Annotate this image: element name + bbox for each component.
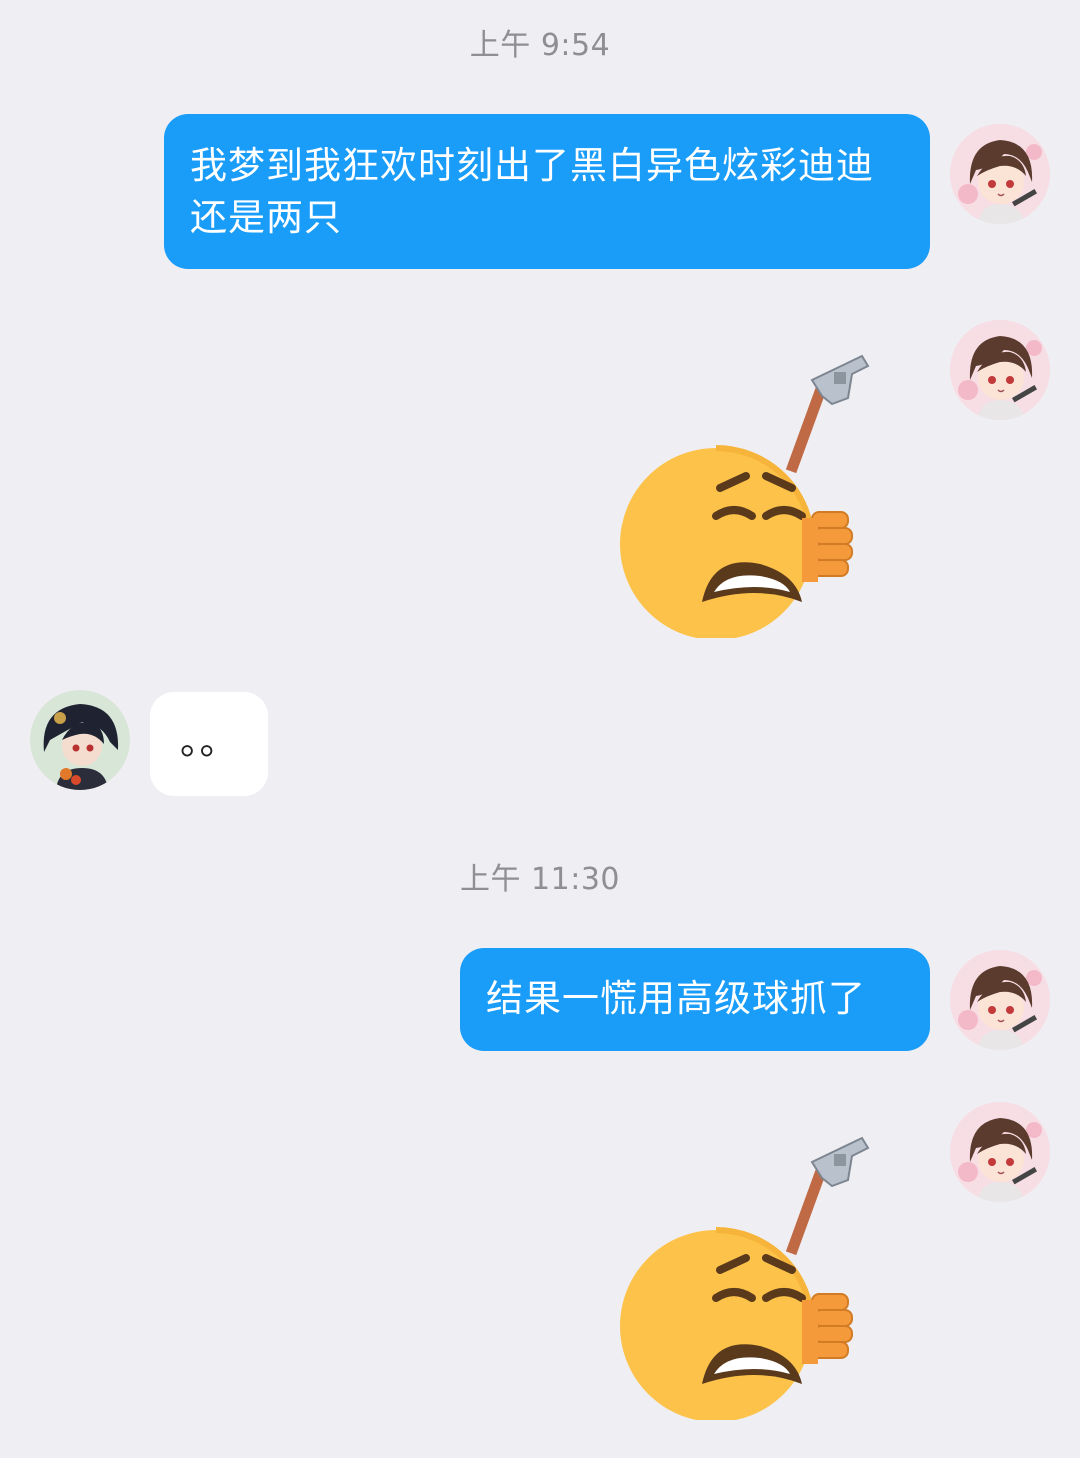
message-text: 我梦到我狂欢时刻出了黑白异色炫彩迪迪 还是两只 — [190, 144, 874, 239]
contact-avatar[interactable] — [30, 690, 130, 790]
my-avatar[interactable] — [950, 950, 1050, 1050]
my-avatar[interactable] — [950, 1102, 1050, 1202]
my-avatar[interactable] — [950, 124, 1050, 224]
timestamp: 上午 9:54 — [469, 28, 611, 63]
outgoing-message-bubble[interactable]: 结果一慌用高级球抓了 — [460, 948, 930, 1051]
my-avatar[interactable] — [950, 320, 1050, 420]
outgoing-message-bubble[interactable]: 我梦到我狂欢时刻出了黑白异色炫彩迪迪 还是两只 — [164, 114, 930, 269]
message-text: 。。 — [180, 720, 238, 763]
sad-face-with-gun-sticker[interactable] — [616, 1120, 876, 1420]
incoming-message-bubble[interactable]: 。。 — [150, 692, 268, 796]
message-text: 结果一慌用高级球抓了 — [486, 977, 866, 1020]
sad-face-with-gun-sticker[interactable] — [616, 338, 876, 638]
timestamp: 上午 11:30 — [460, 862, 620, 897]
